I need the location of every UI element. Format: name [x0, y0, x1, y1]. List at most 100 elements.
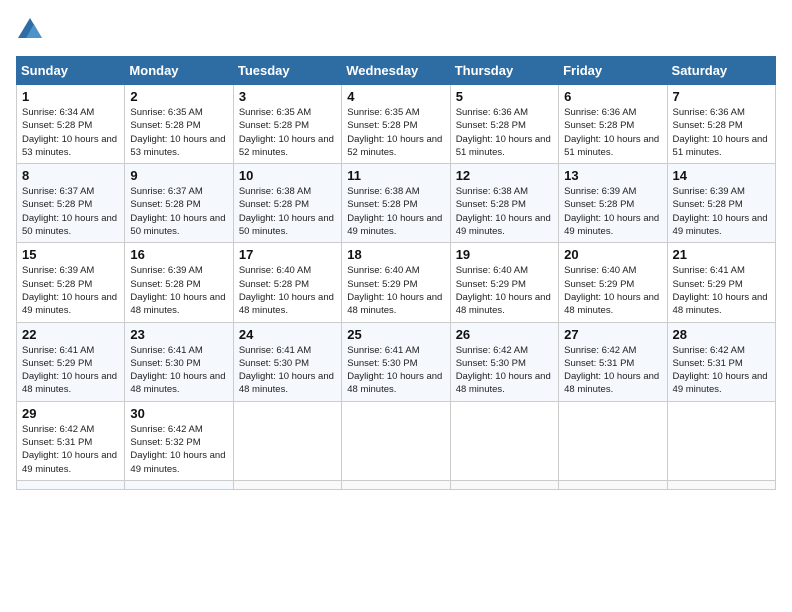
calendar-cell: 8 Sunrise: 6:37 AMSunset: 5:28 PMDaylight… — [17, 164, 125, 243]
day-info: Sunrise: 6:40 AMSunset: 5:28 PMDaylight:… — [239, 264, 336, 317]
header-sunday: Sunday — [17, 57, 125, 85]
day-info: Sunrise: 6:41 AMSunset: 5:29 PMDaylight:… — [22, 344, 119, 397]
calendar-cell: 27Sunrise: 6:42 AMSunset: 5:31 PMDayligh… — [559, 322, 667, 401]
day-number: 3 — [239, 89, 336, 104]
day-number: 1 — [22, 89, 119, 104]
calendar-cell: 12 Sunrise: 6:38 AMSunset: 5:28 PMDayligh… — [450, 164, 558, 243]
day-info: Sunrise: 6:40 AMSunset: 5:29 PMDaylight:… — [347, 264, 444, 317]
calendar-cell — [342, 401, 450, 480]
day-info: Sunrise: 6:39 AMSunset: 5:28 PMDaylight:… — [130, 264, 227, 317]
day-number: 28 — [673, 327, 770, 342]
calendar-week-row: 15 Sunrise: 6:39 AMSunset: 5:28 PMDayligh… — [17, 243, 776, 322]
day-info: Sunrise: 6:41 AMSunset: 5:30 PMDaylight:… — [130, 344, 227, 397]
day-info: Sunrise: 6:35 AMSunset: 5:28 PMDaylight:… — [130, 106, 227, 159]
day-number: 12 — [456, 168, 553, 183]
day-number: 30 — [130, 406, 227, 421]
day-number: 11 — [347, 168, 444, 183]
day-info: Sunrise: 6:34 AMSunset: 5:28 PMDaylight:… — [22, 106, 119, 159]
calendar-week-row: 8 Sunrise: 6:37 AMSunset: 5:28 PMDaylight… — [17, 164, 776, 243]
day-number: 18 — [347, 247, 444, 262]
calendar-week-row: 29 Sunrise: 6:42 AMSunset: 5:31 PMDayligh… — [17, 401, 776, 480]
calendar-cell: 13 Sunrise: 6:39 AMSunset: 5:28 PMDayligh… — [559, 164, 667, 243]
day-number: 26 — [456, 327, 553, 342]
calendar-cell — [342, 480, 450, 489]
day-number: 22 — [22, 327, 119, 342]
day-info: Sunrise: 6:38 AMSunset: 5:28 PMDaylight:… — [456, 185, 553, 238]
calendar-table: Sunday Monday Tuesday Wednesday Thursday… — [16, 56, 776, 490]
calendar-cell: 29 Sunrise: 6:42 AMSunset: 5:31 PMDayligh… — [17, 401, 125, 480]
calendar-cell — [233, 401, 341, 480]
calendar-cell: 24 Sunrise: 6:41 AMSunset: 5:30 PMDayligh… — [233, 322, 341, 401]
day-number: 10 — [239, 168, 336, 183]
day-number: 25 — [347, 327, 444, 342]
calendar-cell: 5Sunrise: 6:36 AMSunset: 5:28 PMDaylight… — [450, 85, 558, 164]
calendar-cell: 2 Sunrise: 6:35 AMSunset: 5:28 PMDaylight… — [125, 85, 233, 164]
calendar-cell: 28Sunrise: 6:42 AMSunset: 5:31 PMDayligh… — [667, 322, 775, 401]
calendar-cell: 26Sunrise: 6:42 AMSunset: 5:30 PMDayligh… — [450, 322, 558, 401]
day-number: 4 — [347, 89, 444, 104]
day-info: Sunrise: 6:40 AMSunset: 5:29 PMDaylight:… — [456, 264, 553, 317]
calendar-cell — [450, 480, 558, 489]
day-info: Sunrise: 6:36 AMSunset: 5:28 PMDaylight:… — [564, 106, 661, 159]
day-info: Sunrise: 6:39 AMSunset: 5:28 PMDaylight:… — [673, 185, 770, 238]
calendar-cell: 4 Sunrise: 6:35 AMSunset: 5:28 PMDaylight… — [342, 85, 450, 164]
day-info: Sunrise: 6:41 AMSunset: 5:29 PMDaylight:… — [673, 264, 770, 317]
calendar-week-row — [17, 480, 776, 489]
header-saturday: Saturday — [667, 57, 775, 85]
day-number: 29 — [22, 406, 119, 421]
calendar-cell: 15 Sunrise: 6:39 AMSunset: 5:28 PMDayligh… — [17, 243, 125, 322]
calendar-cell: 11Sunrise: 6:38 AMSunset: 5:28 PMDayligh… — [342, 164, 450, 243]
calendar-cell: 25 Sunrise: 6:41 AMSunset: 5:30 PMDayligh… — [342, 322, 450, 401]
day-number: 24 — [239, 327, 336, 342]
calendar-cell — [125, 480, 233, 489]
day-number: 15 — [22, 247, 119, 262]
calendar-cell: 30 Sunrise: 6:42 AMSunset: 5:32 PMDayligh… — [125, 401, 233, 480]
day-info: Sunrise: 6:40 AMSunset: 5:29 PMDaylight:… — [564, 264, 661, 317]
day-number: 13 — [564, 168, 661, 183]
day-info: Sunrise: 6:41 AMSunset: 5:30 PMDaylight:… — [347, 344, 444, 397]
calendar-cell: 18 Sunrise: 6:40 AMSunset: 5:29 PMDayligh… — [342, 243, 450, 322]
calendar-cell: 14 Sunrise: 6:39 AMSunset: 5:28 PMDayligh… — [667, 164, 775, 243]
calendar-cell: 3Sunrise: 6:35 AMSunset: 5:28 PMDaylight… — [233, 85, 341, 164]
header-friday: Friday — [559, 57, 667, 85]
day-info: Sunrise: 6:38 AMSunset: 5:28 PMDaylight:… — [239, 185, 336, 238]
calendar-cell: 10 Sunrise: 6:38 AMSunset: 5:28 PMDayligh… — [233, 164, 341, 243]
calendar-cell — [17, 480, 125, 489]
day-number: 2 — [130, 89, 227, 104]
calendar-cell: 17 Sunrise: 6:40 AMSunset: 5:28 PMDayligh… — [233, 243, 341, 322]
calendar-cell — [667, 401, 775, 480]
calendar-cell — [667, 480, 775, 489]
day-info: Sunrise: 6:35 AMSunset: 5:28 PMDaylight:… — [347, 106, 444, 159]
header-thursday: Thursday — [450, 57, 558, 85]
calendar-cell — [559, 480, 667, 489]
calendar-week-row: 22 Sunrise: 6:41 AMSunset: 5:29 PMDayligh… — [17, 322, 776, 401]
day-info: Sunrise: 6:42 AMSunset: 5:32 PMDaylight:… — [130, 423, 227, 476]
header-monday: Monday — [125, 57, 233, 85]
day-number: 8 — [22, 168, 119, 183]
day-number: 16 — [130, 247, 227, 262]
day-info: Sunrise: 6:39 AMSunset: 5:28 PMDaylight:… — [564, 185, 661, 238]
calendar-cell: 7 Sunrise: 6:36 AMSunset: 5:28 PMDaylight… — [667, 85, 775, 164]
calendar-cell: 20 Sunrise: 6:40 AMSunset: 5:29 PMDayligh… — [559, 243, 667, 322]
calendar-cell: 9Sunrise: 6:37 AMSunset: 5:28 PMDaylight… — [125, 164, 233, 243]
day-number: 23 — [130, 327, 227, 342]
day-number: 17 — [239, 247, 336, 262]
day-info: Sunrise: 6:37 AMSunset: 5:28 PMDaylight:… — [22, 185, 119, 238]
day-info: Sunrise: 6:36 AMSunset: 5:28 PMDaylight:… — [456, 106, 553, 159]
calendar-week-row: 1 Sunrise: 6:34 AMSunset: 5:28 PMDaylight… — [17, 85, 776, 164]
weekday-header-row: Sunday Monday Tuesday Wednesday Thursday… — [17, 57, 776, 85]
day-number: 9 — [130, 168, 227, 183]
day-number: 20 — [564, 247, 661, 262]
day-info: Sunrise: 6:42 AMSunset: 5:31 PMDaylight:… — [22, 423, 119, 476]
page-header — [16, 16, 776, 44]
day-info: Sunrise: 6:36 AMSunset: 5:28 PMDaylight:… — [673, 106, 770, 159]
day-number: 21 — [673, 247, 770, 262]
logo — [16, 16, 48, 44]
day-number: 14 — [673, 168, 770, 183]
day-info: Sunrise: 6:41 AMSunset: 5:30 PMDaylight:… — [239, 344, 336, 397]
day-number: 27 — [564, 327, 661, 342]
day-number: 6 — [564, 89, 661, 104]
day-number: 7 — [673, 89, 770, 104]
day-info: Sunrise: 6:39 AMSunset: 5:28 PMDaylight:… — [22, 264, 119, 317]
calendar-cell — [450, 401, 558, 480]
